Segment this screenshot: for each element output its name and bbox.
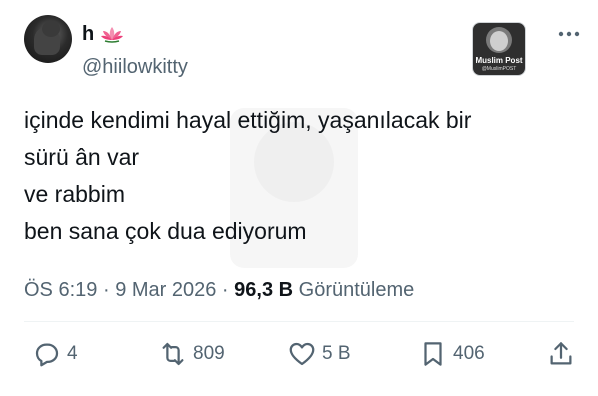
heart-icon	[289, 342, 315, 366]
author-name-row: h	[82, 22, 124, 46]
more-options-icon[interactable]	[556, 24, 582, 44]
badge-logo-face	[490, 31, 508, 51]
source-badge[interactable]: Muslim Post @MuslimPOST	[472, 22, 526, 76]
badge-title: Muslim Post	[475, 56, 523, 65]
tweet-meta: ÖS 6:19 · 9 Mar 2026 · 96,3 B Görüntülem…	[24, 276, 414, 304]
views-label: Görüntüleme	[298, 279, 415, 301]
share-button[interactable]	[546, 336, 576, 372]
reply-button[interactable]: 4	[32, 336, 78, 372]
tweet-line: içinde kendimi hayal ettiğim, yaşanılaca…	[24, 107, 472, 133]
action-bar: 4 809 5 B 406	[0, 336, 598, 372]
repost-button[interactable]: 809	[158, 336, 225, 372]
tweet-time[interactable]: ÖS 6:19	[24, 279, 97, 301]
avatar-figure-head	[42, 21, 60, 37]
reply-count: 4	[67, 343, 78, 364]
repost-icon	[162, 342, 184, 366]
lotus-icon	[101, 27, 124, 43]
divider	[24, 321, 574, 322]
tweet-line: ben sana çok dua ediyorum	[24, 218, 307, 244]
bookmark-count: 406	[453, 343, 485, 364]
meta-separator: ·	[221, 279, 229, 301]
bookmark-button[interactable]: 406	[418, 336, 485, 372]
author-handle[interactable]: @hiilowkitty	[82, 55, 188, 79]
views-count: 96,3 B	[234, 279, 294, 301]
badge-subtitle: @MuslimPOST	[481, 66, 517, 72]
reply-icon	[35, 343, 59, 367]
meta-separator: ·	[102, 279, 110, 301]
tweet-text: içinde kendimi hayal ettiğim, yaşanılaca…	[24, 102, 574, 250]
like-button[interactable]: 5 B	[287, 336, 351, 372]
like-count: 5 B	[322, 343, 351, 364]
tweet-line: ve rabbim	[24, 181, 125, 207]
tweet-date[interactable]: 9 Mar 2026	[115, 279, 216, 301]
repost-count: 809	[193, 343, 225, 364]
author-name[interactable]: h	[82, 22, 94, 46]
avatar[interactable]	[24, 15, 72, 63]
share-icon	[550, 342, 572, 365]
bookmark-icon	[424, 342, 442, 366]
tweet-line: sürü ân var	[24, 144, 140, 170]
